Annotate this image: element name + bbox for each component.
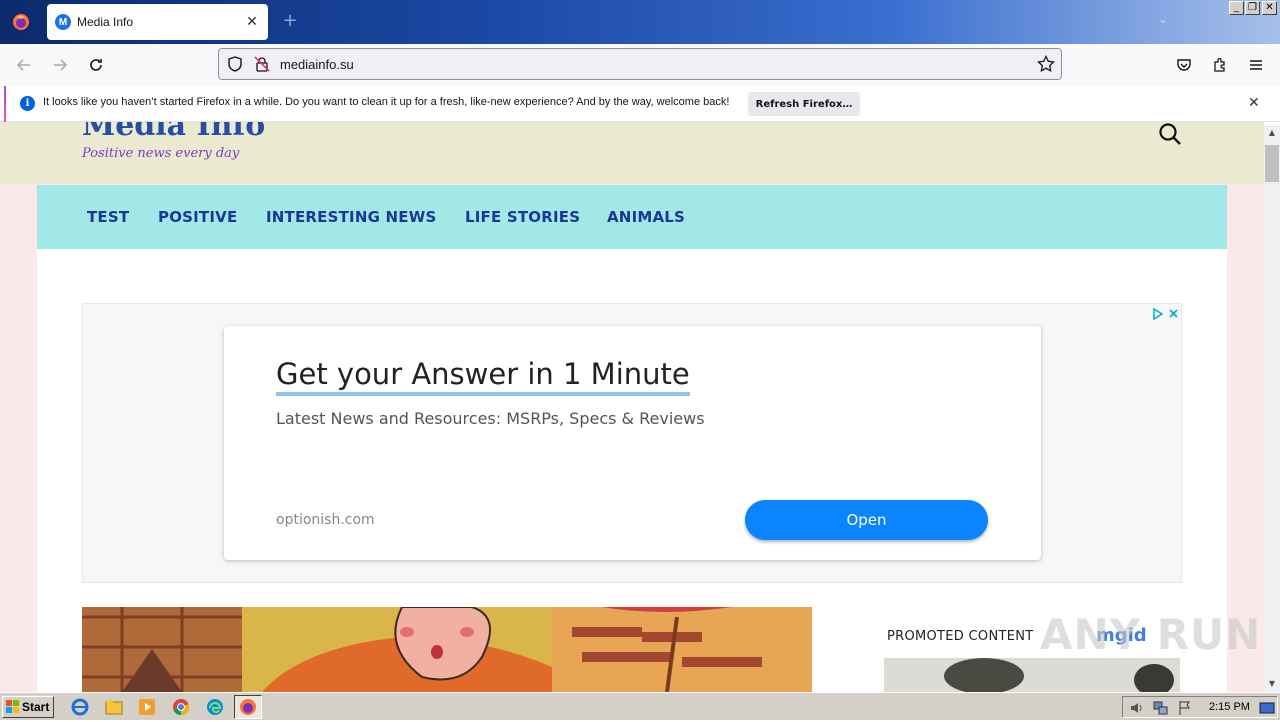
show-desktop-icon[interactable] <box>1259 700 1275 720</box>
promoted-thumbnail-image[interactable] <box>884 658 1180 692</box>
anyrun-watermark: ANY RUN <box>1040 610 1262 659</box>
bookmark-star-icon[interactable] <box>1037 54 1055 77</box>
ad-open-button[interactable]: Open <box>745 500 988 540</box>
chrome-icon[interactable] <box>171 697 191 717</box>
menu-item-positive[interactable]: POSITIVE <box>158 208 237 226</box>
search-icon[interactable] <box>1158 122 1182 146</box>
hamburger-menu-icon[interactable] <box>1245 54 1267 76</box>
menu-item-animals[interactable]: ANIMALS <box>607 208 685 226</box>
windows-logo-icon <box>6 700 19 713</box>
start-button[interactable]: Start <box>2 696 54 718</box>
windows-taskbar: Start 2:15 PM <box>0 692 1280 720</box>
adchoices-icon[interactable] <box>1151 306 1181 322</box>
ad-container: Get your Answer in 1 Minute Latest News … <box>82 303 1182 583</box>
new-tab-button[interactable]: + <box>280 10 300 34</box>
start-label: Start <box>22 700 50 714</box>
notification-close-icon[interactable]: ✕ <box>1248 95 1260 111</box>
site-header: Media Info Positive news every day <box>0 122 1264 184</box>
promoted-content-label: PROMOTED CONTENT <box>887 629 1034 644</box>
insecure-lock-icon[interactable] <box>254 56 270 76</box>
reload-icon[interactable] <box>85 54 107 76</box>
pocket-icon[interactable] <box>1173 54 1195 76</box>
main-menu: TEST POSITIVE INTERESTING NEWS LIFE STOR… <box>37 185 1227 249</box>
internet-explorer-icon[interactable] <box>70 697 90 717</box>
taskbar-clock[interactable]: 2:15 PM <box>1209 701 1250 713</box>
url-text[interactable]: mediainfo.su <box>280 57 354 72</box>
refresh-firefox-button[interactable]: Refresh Firefox… <box>748 92 860 116</box>
firefox-refresh-notification: i It looks like you haven’t started Fire… <box>0 86 1280 122</box>
ad-subtext: Latest News and Resources: MSRPs, Specs … <box>276 409 705 428</box>
tab-close-icon[interactable]: ✕ <box>240 14 264 30</box>
window-restore-button[interactable]: ❐ <box>1245 1 1260 15</box>
volume-icon[interactable] <box>1129 700 1145 720</box>
scroll-down-icon[interactable]: ▼ <box>1264 676 1280 692</box>
taskbar-firefox-active[interactable] <box>234 695 262 719</box>
ad-headline[interactable]: Get your Answer in 1 Minute <box>276 356 690 396</box>
scroll-up-icon[interactable]: ▲ <box>1264 125 1280 141</box>
menu-item-test[interactable]: TEST <box>87 208 129 226</box>
navigation-toolbar: mediainfo.su <box>0 44 1280 86</box>
menu-item-interesting-news[interactable]: INTERESTING NEWS <box>266 208 436 226</box>
window-close-button[interactable]: ✕ <box>1262 1 1277 15</box>
notification-message: It looks like you haven’t started Firefo… <box>43 96 730 108</box>
tab-favicon-icon: M <box>55 14 71 30</box>
file-explorer-icon[interactable] <box>104 697 124 717</box>
tracking-shield-icon[interactable] <box>227 56 243 76</box>
ad-card[interactable]: Get your Answer in 1 Minute Latest News … <box>224 326 1041 560</box>
url-bar[interactable]: mediainfo.su <box>218 48 1062 80</box>
browser-titlebar: M Media Info ✕ + ⌄ _ ❐ ✕ <box>0 0 1280 44</box>
media-player-icon[interactable] <box>137 697 157 717</box>
article-thumbnail-image[interactable] <box>82 607 812 692</box>
back-arrow-icon[interactable] <box>13 54 35 76</box>
ad-domain: optionish.com <box>276 512 375 528</box>
forward-arrow-icon[interactable] <box>49 54 71 76</box>
site-tagline: Positive news every day <box>82 146 240 161</box>
edge-icon[interactable] <box>205 697 225 717</box>
list-all-tabs-chevron-icon[interactable]: ⌄ <box>1158 12 1168 26</box>
menu-item-life-stories[interactable]: LIFE STORIES <box>465 208 580 226</box>
notification-accent-stripe <box>4 86 6 122</box>
firefox-menu-button[interactable] <box>0 0 42 44</box>
window-minimize-button[interactable]: _ <box>1229 1 1244 15</box>
tab-media-info[interactable]: M Media Info ✕ <box>47 4 268 40</box>
extensions-puzzle-icon[interactable] <box>1209 54 1231 76</box>
page-viewport: Media Info Positive news every day TEST … <box>0 122 1264 692</box>
firefox-taskbar-icon <box>240 699 256 715</box>
scroll-thumb[interactable] <box>1265 145 1279 182</box>
tab-title: Media Info <box>77 15 134 29</box>
action-center-flag-icon[interactable] <box>1177 700 1193 720</box>
system-tray <box>1122 696 1278 718</box>
info-icon: i <box>20 96 35 111</box>
firefox-icon <box>13 14 29 30</box>
page-scrollbar[interactable]: ▲ ▼ <box>1264 125 1280 692</box>
network-icon[interactable] <box>1153 700 1169 720</box>
site-logo[interactable]: Media Info <box>82 122 265 143</box>
